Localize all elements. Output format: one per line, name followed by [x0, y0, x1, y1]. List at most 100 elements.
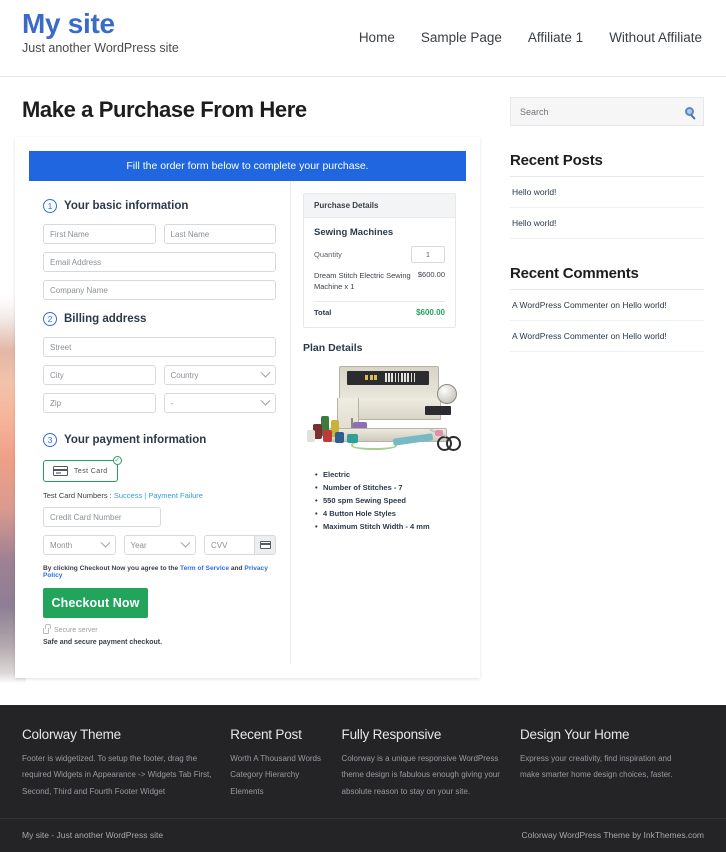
widget-title-recent-comments: Recent Comments: [510, 265, 704, 290]
list-item[interactable]: Hello world!: [510, 208, 704, 239]
credit-card-number-input[interactable]: Credit Card Number: [43, 507, 161, 527]
chevron-down-icon: [260, 367, 271, 378]
total-value: $600.00: [416, 307, 445, 317]
quantity-input[interactable]: 1: [411, 246, 445, 263]
step-2-number: 2: [43, 312, 57, 326]
quantity-row: Quantity 1: [314, 246, 445, 263]
city-input[interactable]: City: [43, 365, 156, 385]
test-card-prefix: Test Card Numbers :: [43, 491, 114, 500]
country-select-value: Country: [170, 370, 199, 380]
list-item: Maximum Stitch Width - 4 mm: [315, 520, 456, 533]
footer-text: Colorway is a unique responsive WordPres…: [341, 753, 500, 796]
expiry-month-select[interactable]: Month: [43, 535, 116, 555]
terms-of-service-link[interactable]: Term of Service: [180, 565, 229, 572]
site-title: My site: [22, 8, 115, 39]
email-input[interactable]: Email Address: [43, 252, 276, 272]
nav-item-sample-page[interactable]: Sample Page: [421, 30, 502, 45]
nav-item-home[interactable]: Home: [359, 30, 395, 45]
state-select[interactable]: -: [163, 393, 276, 413]
zip-state-row: Zip -: [43, 393, 276, 421]
step-2-label: Billing address: [64, 313, 147, 325]
pink-tool: [435, 429, 443, 436]
chevron-down-icon: [180, 537, 191, 548]
search-input[interactable]: Search: [520, 107, 549, 117]
list-item[interactable]: Elements: [230, 784, 323, 800]
list-item[interactable]: Category Hierarchy: [230, 767, 323, 783]
list-item[interactable]: Worth A Thousand Words: [230, 751, 323, 767]
checkout-now-button[interactable]: Checkout Now: [43, 588, 148, 618]
step-2-header: 2 Billing address: [43, 312, 276, 326]
thread-spool: [307, 429, 315, 442]
payment-method-label: Test Card: [74, 467, 108, 475]
last-name-input[interactable]: Last Name: [163, 224, 276, 244]
purchase-summary-column: Purchase Details Sewing Machines Quantit…: [291, 181, 466, 664]
widget-spacer: [510, 239, 704, 265]
country-select[interactable]: Country: [163, 365, 276, 385]
machine-stitch-chart: [385, 372, 416, 382]
thread-spool: [323, 429, 332, 442]
credit-card-icon: [53, 466, 68, 476]
recent-posts-list: Hello world! Hello world!: [510, 177, 704, 239]
terms-prefix: By clicking Checkout Now you agree to th…: [43, 565, 181, 572]
site-header: My site Just another WordPress site Home…: [0, 0, 726, 77]
terms-text: By clicking Checkout Now you agree to th…: [43, 565, 276, 579]
first-name-input[interactable]: First Name: [43, 224, 156, 244]
list-item[interactable]: A WordPress Commenter on Hello world!: [510, 290, 704, 321]
recent-comments-list: A WordPress Commenter on Hello world! A …: [510, 290, 704, 352]
nav-item-affiliate-1[interactable]: Affiliate 1: [528, 30, 583, 45]
street-input[interactable]: Street: [43, 337, 276, 357]
nav-item-without-affiliate[interactable]: Without Affiliate: [609, 30, 702, 45]
brand[interactable]: My site Just another WordPress site: [22, 0, 179, 56]
checkout-card: Fill the order form below to complete yo…: [15, 137, 480, 678]
test-card-failure-link[interactable]: Payment Failure: [148, 491, 203, 500]
checkout-form-column: 1 Your basic information First Name Last…: [29, 181, 291, 664]
payment-method-test-card[interactable]: Test Card ✓: [43, 456, 122, 482]
safe-checkout-note: Safe and secure payment checkout.: [43, 639, 163, 646]
company-input[interactable]: Company Name: [43, 280, 276, 300]
cvv-input-group[interactable]: CVV: [204, 535, 276, 555]
test-card-success-link[interactable]: Success: [114, 491, 142, 500]
widget-title-recent-posts: Recent Posts: [510, 152, 704, 177]
cvv-help-button[interactable]: [254, 536, 275, 554]
chevron-down-icon: [100, 537, 110, 548]
footer-theme-credit[interactable]: Colorway WordPress Theme by InkThemes.co…: [522, 830, 705, 840]
search-icon[interactable]: [685, 107, 694, 116]
footer-title: Design Your Home: [519, 726, 630, 742]
content-column: Make a Purchase From Here Fill the order…: [0, 77, 500, 678]
city-country-row: City Country: [43, 365, 276, 393]
lock-icon: [43, 623, 51, 634]
checkout-banner: Fill the order form below to complete yo…: [29, 151, 466, 181]
list-item: 4 Button Hole Styles: [315, 507, 456, 520]
quantity-label: Quantity: [314, 250, 342, 259]
card-back-icon: [259, 541, 271, 549]
sewing-machine-image: [307, 360, 467, 460]
list-item: 550 spm Sewing Speed: [315, 494, 456, 507]
step-3-number: 3: [43, 433, 57, 447]
checkout-body: 1 Your basic information First Name Last…: [29, 181, 466, 664]
name-row: First Name Last Name: [43, 224, 276, 252]
purchase-details-body: Sewing Machines Quantity 1 Dream Stitch …: [304, 218, 455, 327]
product-group-title: Sewing Machines: [314, 227, 394, 238]
footer-column-design-your-home: Design Your Home Express your creativity…: [520, 727, 704, 800]
footer-column-fully-responsive: Fully Responsive Colorway is a unique re…: [342, 727, 520, 800]
search-widget[interactable]: Search: [510, 97, 704, 126]
sidebar: Search Recent Posts Hello world! Hello w…: [500, 77, 704, 678]
expiry-month-value: Month: [50, 540, 73, 550]
list-item[interactable]: Hello world!: [510, 177, 704, 208]
footer-title: Colorway Theme: [22, 726, 121, 742]
list-item[interactable]: A WordPress Commenter on Hello world!: [510, 321, 704, 352]
zip-input[interactable]: Zip: [43, 393, 156, 413]
site-footer: Colorway Theme Footer is widgetized. To …: [0, 704, 726, 852]
expiry-cvv-row: Month Year CVV: [43, 535, 276, 555]
expiry-year-select[interactable]: Year: [123, 535, 196, 555]
purchase-details-card: Purchase Details Sewing Machines Quantit…: [303, 193, 456, 328]
machine-indicator-lights: [365, 374, 377, 380]
machine-dial: [437, 383, 457, 404]
step-1-header: 1 Your basic information: [43, 199, 276, 213]
cvv-input[interactable]: CVV: [205, 541, 254, 550]
total-row: Total $600.00: [314, 308, 445, 317]
footer-title: Fully Responsive: [341, 726, 442, 742]
chevron-down-icon: [260, 395, 271, 406]
machine-slot: [425, 405, 451, 415]
terms-and: and: [229, 565, 245, 572]
